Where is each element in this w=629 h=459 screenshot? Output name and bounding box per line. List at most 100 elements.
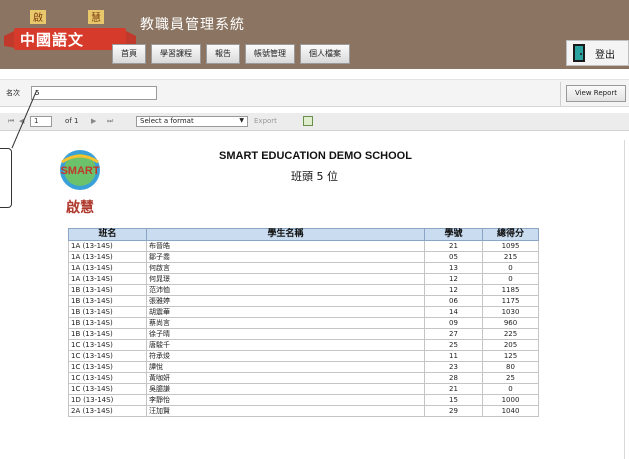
class-cell: 1A (13-14S) [68, 273, 147, 285]
total-score-cell: 960 [482, 317, 539, 329]
ranking-table: 班名 學生名稱 學號 總得分 1A (13-14S) 布晉皓 21 1095 1A (1… [68, 228, 539, 417]
callout-pointer [11, 91, 37, 149]
student-name-cell: 蔡尚言 [146, 317, 425, 329]
school-name: SMART EDUCATION DEMO SCHOOL [219, 150, 412, 162]
main-nav: 首頁 學習課程 報告 帳號管理 個人檔案 [112, 44, 350, 64]
class-cell: 2A (13-14S) [68, 405, 147, 417]
next-page-icon[interactable]: ▶ [91, 117, 96, 125]
total-score-cell: 0 [482, 383, 539, 395]
table-row: 1D (13-14S) 李靜怡 15 1000 [68, 394, 539, 406]
student-number-cell: 29 [424, 405, 483, 417]
table-header-row: 班名 學生名稱 學號 總得分 [68, 228, 539, 241]
app-header: 啟 慧 中國語文 教職員管理系統 首頁 學習課程 報告 帳號管理 個人檔案 登出 [0, 0, 629, 69]
column-header-student-name: 學生名稱 [146, 228, 425, 241]
student-number-cell: 21 [424, 240, 483, 252]
class-cell: 1C (13-14S) [68, 383, 147, 395]
total-score-cell: 1000 [482, 394, 539, 406]
door-exit-icon [573, 44, 585, 62]
table-row: 1C (13-14S) 黃咖妍 28 25 [68, 372, 539, 384]
total-score-cell: 1030 [482, 306, 539, 318]
svg-text:慧: 慧 [91, 11, 101, 24]
total-score-cell: 25 [482, 372, 539, 384]
class-cell: 1B (13-14S) [68, 295, 147, 307]
class-cell: 1B (13-14S) [68, 284, 147, 296]
refresh-icon[interactable] [303, 116, 313, 126]
student-name-cell: 符承焌 [146, 350, 425, 362]
class-cell: 1B (13-14S) [68, 328, 147, 340]
student-number-cell: 25 [424, 339, 483, 351]
app-title: 教職員管理系統 [140, 17, 245, 33]
column-header-class: 班名 [68, 228, 147, 241]
nav-profile-button[interactable]: 個人檔案 [300, 44, 350, 64]
student-name-cell: 吳臆謙 [146, 383, 425, 395]
student-number-cell: 13 [424, 262, 483, 274]
student-number-cell: 21 [424, 383, 483, 395]
table-row: 1A (13-14S) 何啟言 13 0 [68, 262, 539, 274]
class-cell: 1B (13-14S) [68, 306, 147, 318]
page-count: of 1 [65, 117, 79, 125]
nav-reports-button[interactable]: 報告 [206, 44, 240, 64]
table-row: 1B (13-14S) 范沛恤 12 1185 [68, 284, 539, 296]
class-cell: 1A (13-14S) [68, 251, 147, 263]
total-score-cell: 215 [482, 251, 539, 263]
total-score-cell: 1040 [482, 405, 539, 417]
table-row: 1C (13-14S) 譚悅 23 80 [68, 361, 539, 373]
report-title: 班頭 5 位 [291, 170, 338, 183]
table-row: 1A (13-14S) 布晉皓 21 1095 [68, 240, 539, 252]
logout-label: 登出 [595, 49, 615, 61]
nav-home-button[interactable]: 首頁 [112, 44, 146, 64]
student-number-cell: 15 [424, 394, 483, 406]
student-number-cell: 12 [424, 284, 483, 296]
student-number-cell: 28 [424, 372, 483, 384]
column-header-student-number: 學號 [424, 228, 483, 241]
student-number-cell: 11 [424, 350, 483, 362]
student-number-cell: 09 [424, 317, 483, 329]
class-cell: 1C (13-14S) [68, 350, 147, 362]
class-cell: 1B (13-14S) [68, 317, 147, 329]
logo-text: 中國語文 [20, 31, 85, 49]
table-row: 2A (13-14S) 汪加賢 29 1040 [68, 405, 539, 417]
total-score-cell: 225 [482, 328, 539, 340]
student-number-cell: 06 [424, 295, 483, 307]
student-number-cell: 14 [424, 306, 483, 318]
total-score-cell: 205 [482, 339, 539, 351]
table-row: 1A (13-14S) 鄒子喬 05 215 [68, 251, 539, 263]
student-name-cell: 鄒子喬 [146, 251, 425, 263]
table-row: 1B (13-14S) 胡震華 14 1030 [68, 306, 539, 318]
last-page-icon[interactable]: ⏭ [107, 117, 113, 126]
export-format-value: Select a format [140, 117, 194, 125]
rank-input[interactable] [31, 86, 157, 100]
table-body: 1A (13-14S) 布晉皓 21 1095 1A (13-14S) 鄒子喬 05 215 1… [68, 240, 539, 417]
class-cell: 1A (13-14S) [68, 262, 147, 274]
student-name-cell: 范沛恤 [146, 284, 425, 296]
column-header-total-score: 總得分 [482, 228, 539, 241]
nav-courses-button[interactable]: 學習課程 [151, 44, 201, 64]
nav-accounts-button[interactable]: 帳號管理 [245, 44, 295, 64]
student-name-cell: 譚悅 [146, 361, 425, 373]
divider [560, 82, 561, 106]
view-report-button[interactable]: View Report [566, 85, 626, 102]
export-format-select[interactable]: Select a format ▼ [136, 116, 248, 127]
class-cell: 1D (13-14S) [68, 394, 147, 406]
total-score-cell: 0 [482, 262, 539, 274]
report-parameters-bar: 名次 View Report [0, 79, 629, 107]
table-row: 1C (13-14S) 吳臆謙 21 0 [68, 383, 539, 395]
student-name-cell: 徐子晴 [146, 328, 425, 340]
svg-text:啟: 啟 [33, 11, 43, 24]
table-row: 1C (13-14S) 唐駿千 25 205 [68, 339, 539, 351]
vertical-scrollbar[interactable] [624, 140, 625, 459]
total-score-cell: 1175 [482, 295, 539, 307]
logo-subtitle: 啟慧 [66, 199, 94, 216]
total-score-cell: 0 [482, 273, 539, 285]
chevron-down-icon: ▼ [239, 117, 244, 124]
student-name-cell: 李靜怡 [146, 394, 425, 406]
table-row: 1B (13-14S) 徐子晴 27 225 [68, 328, 539, 340]
total-score-cell: 80 [482, 361, 539, 373]
export-link[interactable]: Export [254, 117, 277, 125]
student-number-cell: 12 [424, 273, 483, 285]
logout-button[interactable]: 登出 [566, 40, 629, 66]
class-cell: 1C (13-14S) [68, 361, 147, 373]
student-name-cell: 汪加賢 [146, 405, 425, 417]
table-row: 1B (13-14S) 張雅婷 06 1175 [68, 295, 539, 307]
table-row: 1C (13-14S) 符承焌 11 125 [68, 350, 539, 362]
